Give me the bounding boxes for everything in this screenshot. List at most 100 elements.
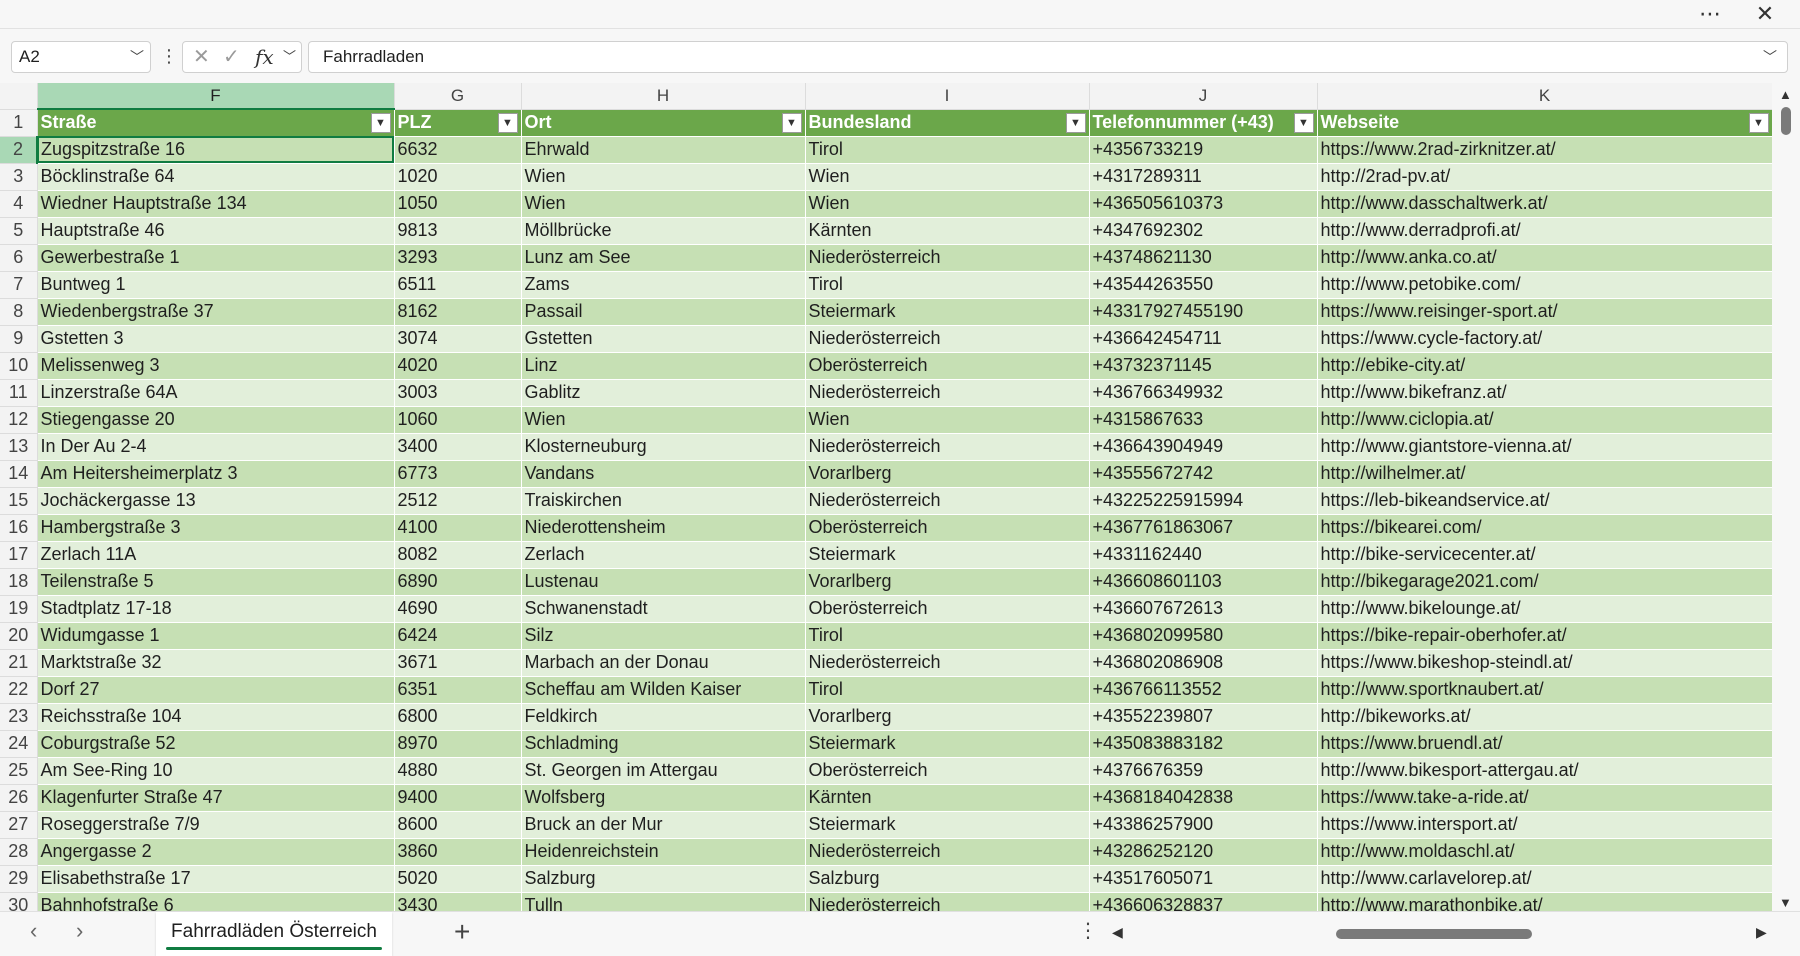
table-cell[interactable]: http://www.marathonbike.at/ [1317, 892, 1772, 911]
table-cell[interactable]: https://www.reisinger-sport.at/ [1317, 298, 1772, 326]
row-header[interactable]: 1 [0, 109, 38, 137]
table-cell[interactable]: Gstetten [521, 325, 806, 353]
next-sheet-icon[interactable]: › [76, 918, 83, 944]
table-cell[interactable]: Tulln [521, 892, 806, 911]
row-header[interactable]: 20 [0, 622, 38, 650]
vertical-ellipsis-icon[interactable]: ⋮ [1078, 918, 1098, 943]
table-cell[interactable]: Niederösterreich [805, 838, 1090, 866]
filter-dropdown-icon[interactable]: ▼ [1748, 112, 1769, 133]
table-cell[interactable]: Tirol [805, 136, 1090, 164]
table-cell[interactable]: +4367761863067 [1089, 514, 1318, 542]
table-cell[interactable]: Wolfsberg [521, 784, 806, 812]
table-cell[interactable]: Niederösterreich [805, 649, 1090, 677]
filter-dropdown-icon[interactable]: ▼ [781, 112, 802, 133]
table-cell[interactable]: https://www.bruendl.at/ [1317, 730, 1772, 758]
table-cell[interactable]: Niederottensheim [521, 514, 806, 542]
table-cell[interactable]: http://www.bikefranz.at/ [1317, 379, 1772, 407]
table-cell[interactable]: Feldkirch [521, 703, 806, 731]
row-header[interactable]: 25 [0, 757, 38, 785]
table-cell[interactable]: Böcklinstraße 64 [37, 163, 395, 191]
row-header[interactable]: 19 [0, 595, 38, 623]
table-cell[interactable]: +43732371145 [1089, 352, 1318, 380]
vertical-scrollbar[interactable]: ▲ ▼ [1772, 83, 1800, 911]
table-cell[interactable]: 6773 [394, 460, 522, 488]
table-cell[interactable]: Kärnten [805, 217, 1090, 245]
filter-dropdown-icon[interactable]: ▼ [1293, 112, 1314, 133]
table-cell[interactable]: +436802099580 [1089, 622, 1318, 650]
more-options-icon[interactable]: ⋯ [1690, 0, 1730, 28]
table-cell[interactable]: 3860 [394, 838, 522, 866]
table-cell[interactable]: Silz [521, 622, 806, 650]
table-cell[interactable]: http://wilhelmer.at/ [1317, 460, 1772, 488]
table-cell[interactable]: 2512 [394, 487, 522, 515]
table-cell[interactable]: 9813 [394, 217, 522, 245]
table-cell[interactable]: +43225225915994 [1089, 487, 1318, 515]
table-cell[interactable]: +4331162440 [1089, 541, 1318, 569]
header-cell[interactable]: Straße ▼ [37, 109, 395, 137]
table-cell[interactable]: Reichsstraße 104 [37, 703, 395, 731]
table-cell[interactable]: Wien [805, 163, 1090, 191]
table-cell[interactable]: Gablitz [521, 379, 806, 407]
header-cell[interactable]: Telefonnummer (+43) ▼ [1089, 109, 1318, 137]
table-cell[interactable]: http://www.bikesport-attergau.at/ [1317, 757, 1772, 785]
row-header[interactable]: 15 [0, 487, 38, 515]
insert-function-button[interactable]: fx [255, 42, 274, 72]
add-sheet-button[interactable]: + [454, 916, 470, 948]
table-cell[interactable]: Angergasse 2 [37, 838, 395, 866]
scroll-thumb[interactable] [1781, 107, 1791, 135]
table-cell[interactable]: +4368184042838 [1089, 784, 1318, 812]
select-all-corner[interactable] [0, 83, 38, 110]
table-cell[interactable]: Lunz am See [521, 244, 806, 272]
table-cell[interactable]: Oberösterreich [805, 595, 1090, 623]
table-cell[interactable]: Steiermark [805, 298, 1090, 326]
previous-sheet-icon[interactable]: ‹ [30, 918, 37, 944]
table-cell[interactable]: Gstetten 3 [37, 325, 395, 353]
table-cell[interactable]: +43386257900 [1089, 811, 1318, 839]
table-cell[interactable]: +43317927455190 [1089, 298, 1318, 326]
scroll-left-icon[interactable]: ◀ [1112, 924, 1123, 941]
table-cell[interactable]: http://www.dasschaltwerk.at/ [1317, 190, 1772, 218]
table-cell[interactable]: Lustenau [521, 568, 806, 596]
table-cell[interactable]: Niederösterreich [805, 244, 1090, 272]
table-cell[interactable]: 6351 [394, 676, 522, 704]
table-cell[interactable]: +436766349932 [1089, 379, 1318, 407]
table-cell[interactable]: +4356733219 [1089, 136, 1318, 164]
table-cell[interactable]: +43552239807 [1089, 703, 1318, 731]
table-cell[interactable]: 1020 [394, 163, 522, 191]
table-cell[interactable]: Salzburg [805, 865, 1090, 893]
table-cell[interactable]: Tirol [805, 271, 1090, 299]
table-cell[interactable]: http://www.ciclopia.at/ [1317, 406, 1772, 434]
table-cell[interactable]: Salzburg [521, 865, 806, 893]
row-header[interactable]: 5 [0, 217, 38, 245]
column-header-g[interactable]: G [394, 83, 522, 110]
table-cell[interactable]: Roseggerstraße 7/9 [37, 811, 395, 839]
table-cell[interactable]: 6424 [394, 622, 522, 650]
header-cell[interactable]: PLZ ▼ [394, 109, 522, 137]
table-cell[interactable]: Am See-Ring 10 [37, 757, 395, 785]
table-cell[interactable]: Hauptstraße 46 [37, 217, 395, 245]
table-cell[interactable]: 1050 [394, 190, 522, 218]
table-cell[interactable]: Bruck an der Mur [521, 811, 806, 839]
table-cell[interactable]: 8082 [394, 541, 522, 569]
table-cell[interactable]: Steiermark [805, 730, 1090, 758]
table-cell[interactable]: Linz [521, 352, 806, 380]
table-cell[interactable]: 6890 [394, 568, 522, 596]
scroll-down-icon[interactable]: ▼ [1779, 895, 1792, 910]
vertical-ellipsis-icon[interactable]: ⋮ [160, 41, 178, 73]
table-cell[interactable]: Wien [805, 190, 1090, 218]
table-cell[interactable]: +436643904949 [1089, 433, 1318, 461]
row-header[interactable]: 28 [0, 838, 38, 866]
table-cell[interactable]: 3430 [394, 892, 522, 911]
table-cell[interactable]: 4690 [394, 595, 522, 623]
row-header[interactable]: 6 [0, 244, 38, 272]
table-cell[interactable]: Jochäckergasse 13 [37, 487, 395, 515]
table-cell[interactable]: Heidenreichstein [521, 838, 806, 866]
row-header[interactable]: 24 [0, 730, 38, 758]
table-cell[interactable]: Oberösterreich [805, 352, 1090, 380]
table-cell[interactable]: Teilenstraße 5 [37, 568, 395, 596]
formula-input[interactable]: Fahrradladen ﹀ [308, 41, 1788, 73]
row-header[interactable]: 22 [0, 676, 38, 704]
table-cell[interactable]: Vorarlberg [805, 460, 1090, 488]
table-cell[interactable]: Kärnten [805, 784, 1090, 812]
row-header[interactable]: 14 [0, 460, 38, 488]
